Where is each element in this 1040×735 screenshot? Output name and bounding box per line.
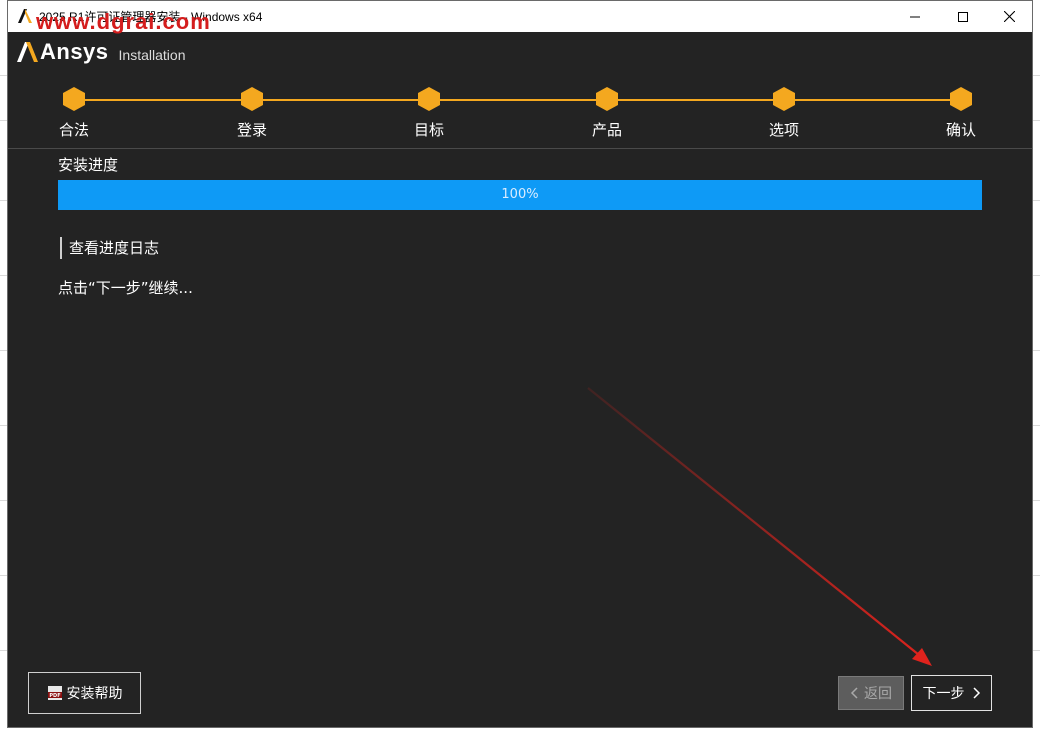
back-button[interactable]: 返回 — [838, 676, 904, 710]
step-options: 选项 — [744, 86, 824, 140]
step-destination: 目标 — [389, 86, 469, 140]
close-icon — [1003, 11, 1015, 22]
install-progress-bar: 100% — [58, 180, 982, 210]
install-help-label: 安装帮助 — [66, 686, 123, 702]
step-label: 产品 — [591, 121, 622, 139]
title-bar[interactable]: 2025 R1许可证管理器安装 - Windows x64 www.dgrai.… — [8, 1, 1032, 34]
step-login: 登录 — [212, 86, 292, 140]
progress-percent: 100% — [501, 187, 539, 202]
watermark: www.dgrai.com — [36, 9, 211, 34]
step-hexagon-icon — [773, 87, 795, 111]
step-label: 确认 — [945, 121, 976, 139]
ansys-app-icon — [17, 8, 33, 24]
step-label: 目标 — [413, 121, 444, 139]
step-hexagon-icon — [950, 87, 972, 111]
step-progress: 合法 登录 目标 产品 选项 确认 — [8, 86, 1032, 141]
header-subtitle: Installation — [118, 47, 186, 63]
step-label: 登录 — [236, 121, 267, 139]
installer-window: 2025 R1许可证管理器安装 - Windows x64 www.dgrai.… — [7, 0, 1033, 728]
progress-title: 安装进度 — [58, 156, 119, 174]
step-confirm: 确认 — [921, 86, 1001, 140]
step-hexagon-icon — [596, 87, 618, 111]
brand-name: Ansys — [40, 39, 109, 64]
next-label: 下一步 — [922, 686, 965, 702]
step-products: 产品 — [567, 86, 647, 140]
continue-hint: 点击“下一步”继续... — [58, 279, 193, 297]
ansys-logo: Ansys Installation — [17, 39, 185, 65]
ansys-logo-mark — [17, 42, 38, 62]
maximize-icon — [958, 11, 968, 22]
chevron-left-icon — [850, 687, 858, 699]
view-progress-log-link[interactable]: 查看进度日志 — [60, 237, 159, 259]
step-hexagon-icon — [241, 87, 263, 111]
minimize-button[interactable] — [892, 1, 938, 32]
back-label: 返回 — [864, 686, 892, 702]
step-line — [74, 99, 962, 101]
step-label: 选项 — [768, 121, 799, 139]
header-divider — [8, 148, 1032, 149]
pdf-icon: PDF — [47, 686, 62, 700]
step-label: 合法 — [58, 121, 89, 139]
install-help-button[interactable]: PDF 安装帮助 — [28, 672, 141, 714]
step-hexagon-icon — [418, 87, 440, 111]
close-button[interactable] — [986, 1, 1032, 32]
chevron-right-icon — [972, 687, 980, 699]
minimize-icon — [910, 16, 920, 17]
step-hexagon-icon — [63, 87, 85, 111]
maximize-button[interactable] — [940, 1, 986, 32]
svg-text:PDF: PDF — [49, 693, 60, 699]
next-button[interactable]: 下一步 — [911, 675, 992, 711]
step-legal: 合法 — [34, 86, 114, 140]
